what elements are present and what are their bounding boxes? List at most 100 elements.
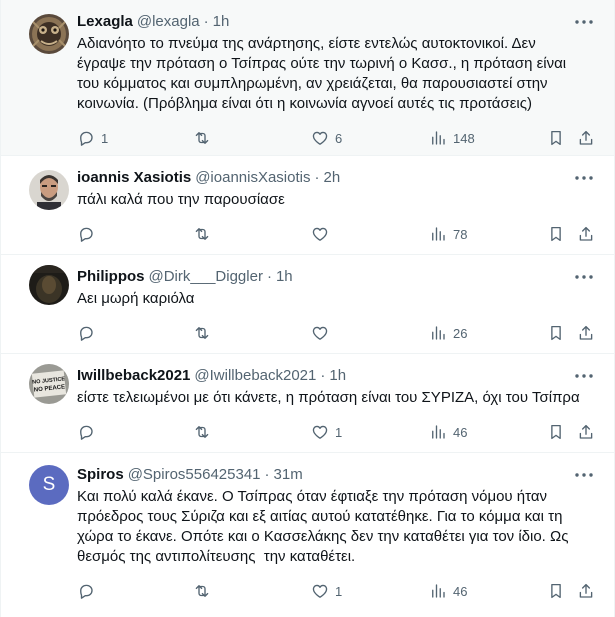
views-chart-icon (432, 326, 445, 340)
retweet-button[interactable] (193, 581, 217, 601)
tweet-text: είστε τελειωμένοι με ότι κάνετε, η πρότα… (77, 389, 580, 406)
separator-dot: · (266, 268, 272, 285)
heart-icon (312, 584, 328, 598)
avatar[interactable] (29, 14, 69, 54)
reply-button[interactable] (77, 224, 101, 244)
reply-feed: Lexagla @lexagla · 1h Αδιανόητο το πνεύμ… (0, 0, 615, 617)
bookmark-icon (551, 226, 561, 242)
retweet-button[interactable] (193, 323, 217, 343)
tweet-actions: 1 46 (77, 581, 598, 601)
user-handle[interactable]: @Dirk___Diggler (149, 267, 263, 287)
timestamp[interactable]: 2h (324, 168, 341, 188)
views-button[interactable]: 46 (429, 581, 467, 601)
like-button[interactable]: 1 (311, 581, 342, 601)
heart-icon (312, 227, 328, 241)
more-options-icon[interactable] (574, 170, 594, 186)
heart-icon (312, 131, 328, 145)
more-options-icon[interactable] (574, 467, 594, 483)
tweet-header: Iwillbeback2021 @Iwillbeback2021 · 1h (77, 366, 598, 386)
view-count: 148 (453, 130, 475, 146)
share-icon (579, 130, 593, 145)
tweet[interactable]: S Spiros @Spiros556425341 · 31m Και πολύ… (1, 453, 614, 617)
view-count: 46 (453, 424, 468, 440)
avatar-letter: S (42, 474, 56, 495)
display-name[interactable]: Iwillbeback2021 (77, 366, 190, 386)
view-count: 26 (453, 325, 468, 341)
tweet-text: Και πολύ καλά έκανε. Ο Τσίπρας όταν έφτι… (77, 488, 569, 565)
share-button[interactable] (577, 422, 595, 442)
views-button[interactable]: 78 (429, 224, 467, 244)
tweet-header: Philippos @Dirk___Diggler · 1h (77, 267, 598, 287)
share-icon (579, 424, 593, 439)
retweet-button[interactable] (193, 422, 217, 442)
bookmark-button[interactable] (547, 323, 565, 343)
bookmark-button[interactable] (547, 581, 565, 601)
tweet[interactable]: Philippos @Dirk___Diggler · 1h Αει μωρή … (1, 255, 614, 354)
retweet-icon (195, 132, 209, 144)
share-button[interactable] (577, 224, 595, 244)
tweet-header: Spiros @Spiros556425341 · 31m (77, 465, 598, 485)
heart-icon (312, 425, 328, 439)
bookmark-button[interactable] (547, 422, 565, 442)
avatar[interactable]: S (29, 465, 69, 505)
share-button[interactable] (577, 323, 595, 343)
reply-button[interactable] (77, 323, 101, 343)
user-handle[interactable]: @Iwillbeback2021 (194, 366, 316, 386)
bookmark-icon (551, 424, 561, 440)
tweet-actions: 26 (77, 323, 598, 343)
view-count: 78 (453, 226, 468, 242)
like-button[interactable]: 6 (311, 128, 342, 148)
user-handle[interactable]: @Spiros556425341 (128, 465, 261, 485)
tweet-header: Lexagla @lexagla · 1h (77, 12, 598, 32)
timestamp[interactable]: 31m (274, 465, 303, 485)
avatar[interactable] (29, 265, 69, 305)
like-count: 1 (335, 424, 343, 440)
more-options-icon[interactable] (574, 269, 594, 285)
tweet-text: Αει μωρή καριόλα (77, 290, 195, 307)
like-button[interactable] (311, 323, 335, 343)
separator-dot: · (203, 13, 209, 30)
retweet-button[interactable] (193, 224, 217, 244)
share-icon (579, 226, 593, 241)
more-options-icon[interactable] (574, 368, 594, 384)
timestamp[interactable]: 1h (329, 366, 346, 386)
separator-dot: · (320, 367, 326, 384)
reply-icon (80, 425, 93, 440)
user-handle[interactable]: @ioannisXasiotis (195, 168, 310, 188)
display-name[interactable]: ioannis Xasiotis (77, 168, 191, 188)
reply-button[interactable]: 1 (77, 128, 108, 148)
avatar[interactable] (29, 170, 69, 210)
bookmark-button[interactable] (547, 224, 565, 244)
reply-button[interactable] (77, 581, 101, 601)
views-chart-icon (432, 131, 445, 145)
like-count: 6 (335, 130, 343, 146)
display-name[interactable]: Spiros (77, 465, 124, 485)
display-name[interactable]: Philippos (77, 267, 145, 287)
tweet[interactable]: Lexagla @lexagla · 1h Αδιανόητο το πνεύμ… (1, 0, 614, 156)
display-name[interactable]: Lexagla (77, 12, 133, 32)
tweet-text: Αδιανόητο το πνεύμα της ανάρτησης, είστε… (77, 35, 567, 112)
tweet-actions: 1 6 148 (77, 128, 598, 148)
views-button[interactable]: 26 (429, 323, 467, 343)
more-options-icon[interactable] (574, 14, 594, 30)
share-button[interactable] (577, 581, 595, 601)
tweet[interactable]: NO JUSTICE NO PEACE Iwillbeback2021 @Iwi… (1, 354, 614, 453)
views-button[interactable]: 148 (429, 128, 475, 148)
like-button[interactable] (311, 224, 335, 244)
timestamp[interactable]: 1h (213, 12, 230, 32)
bookmark-icon (551, 130, 561, 146)
views-button[interactable]: 46 (429, 422, 467, 442)
user-handle[interactable]: @lexagla (137, 12, 200, 32)
reply-icon (80, 227, 93, 242)
bookmark-button[interactable] (547, 128, 565, 148)
tweet[interactable]: ioannis Xasiotis @ioannisXasiotis · 2h π… (1, 156, 614, 255)
reply-button[interactable] (77, 422, 101, 442)
share-button[interactable] (577, 128, 595, 148)
timestamp[interactable]: 1h (276, 267, 293, 287)
like-button[interactable]: 1 (311, 422, 342, 442)
views-chart-icon (432, 584, 445, 598)
tweet-text: πάλι καλά που την παρουσίασε (77, 191, 285, 208)
retweet-button[interactable] (193, 128, 217, 148)
avatar[interactable]: NO JUSTICE NO PEACE (29, 364, 69, 404)
views-chart-icon (432, 425, 445, 439)
